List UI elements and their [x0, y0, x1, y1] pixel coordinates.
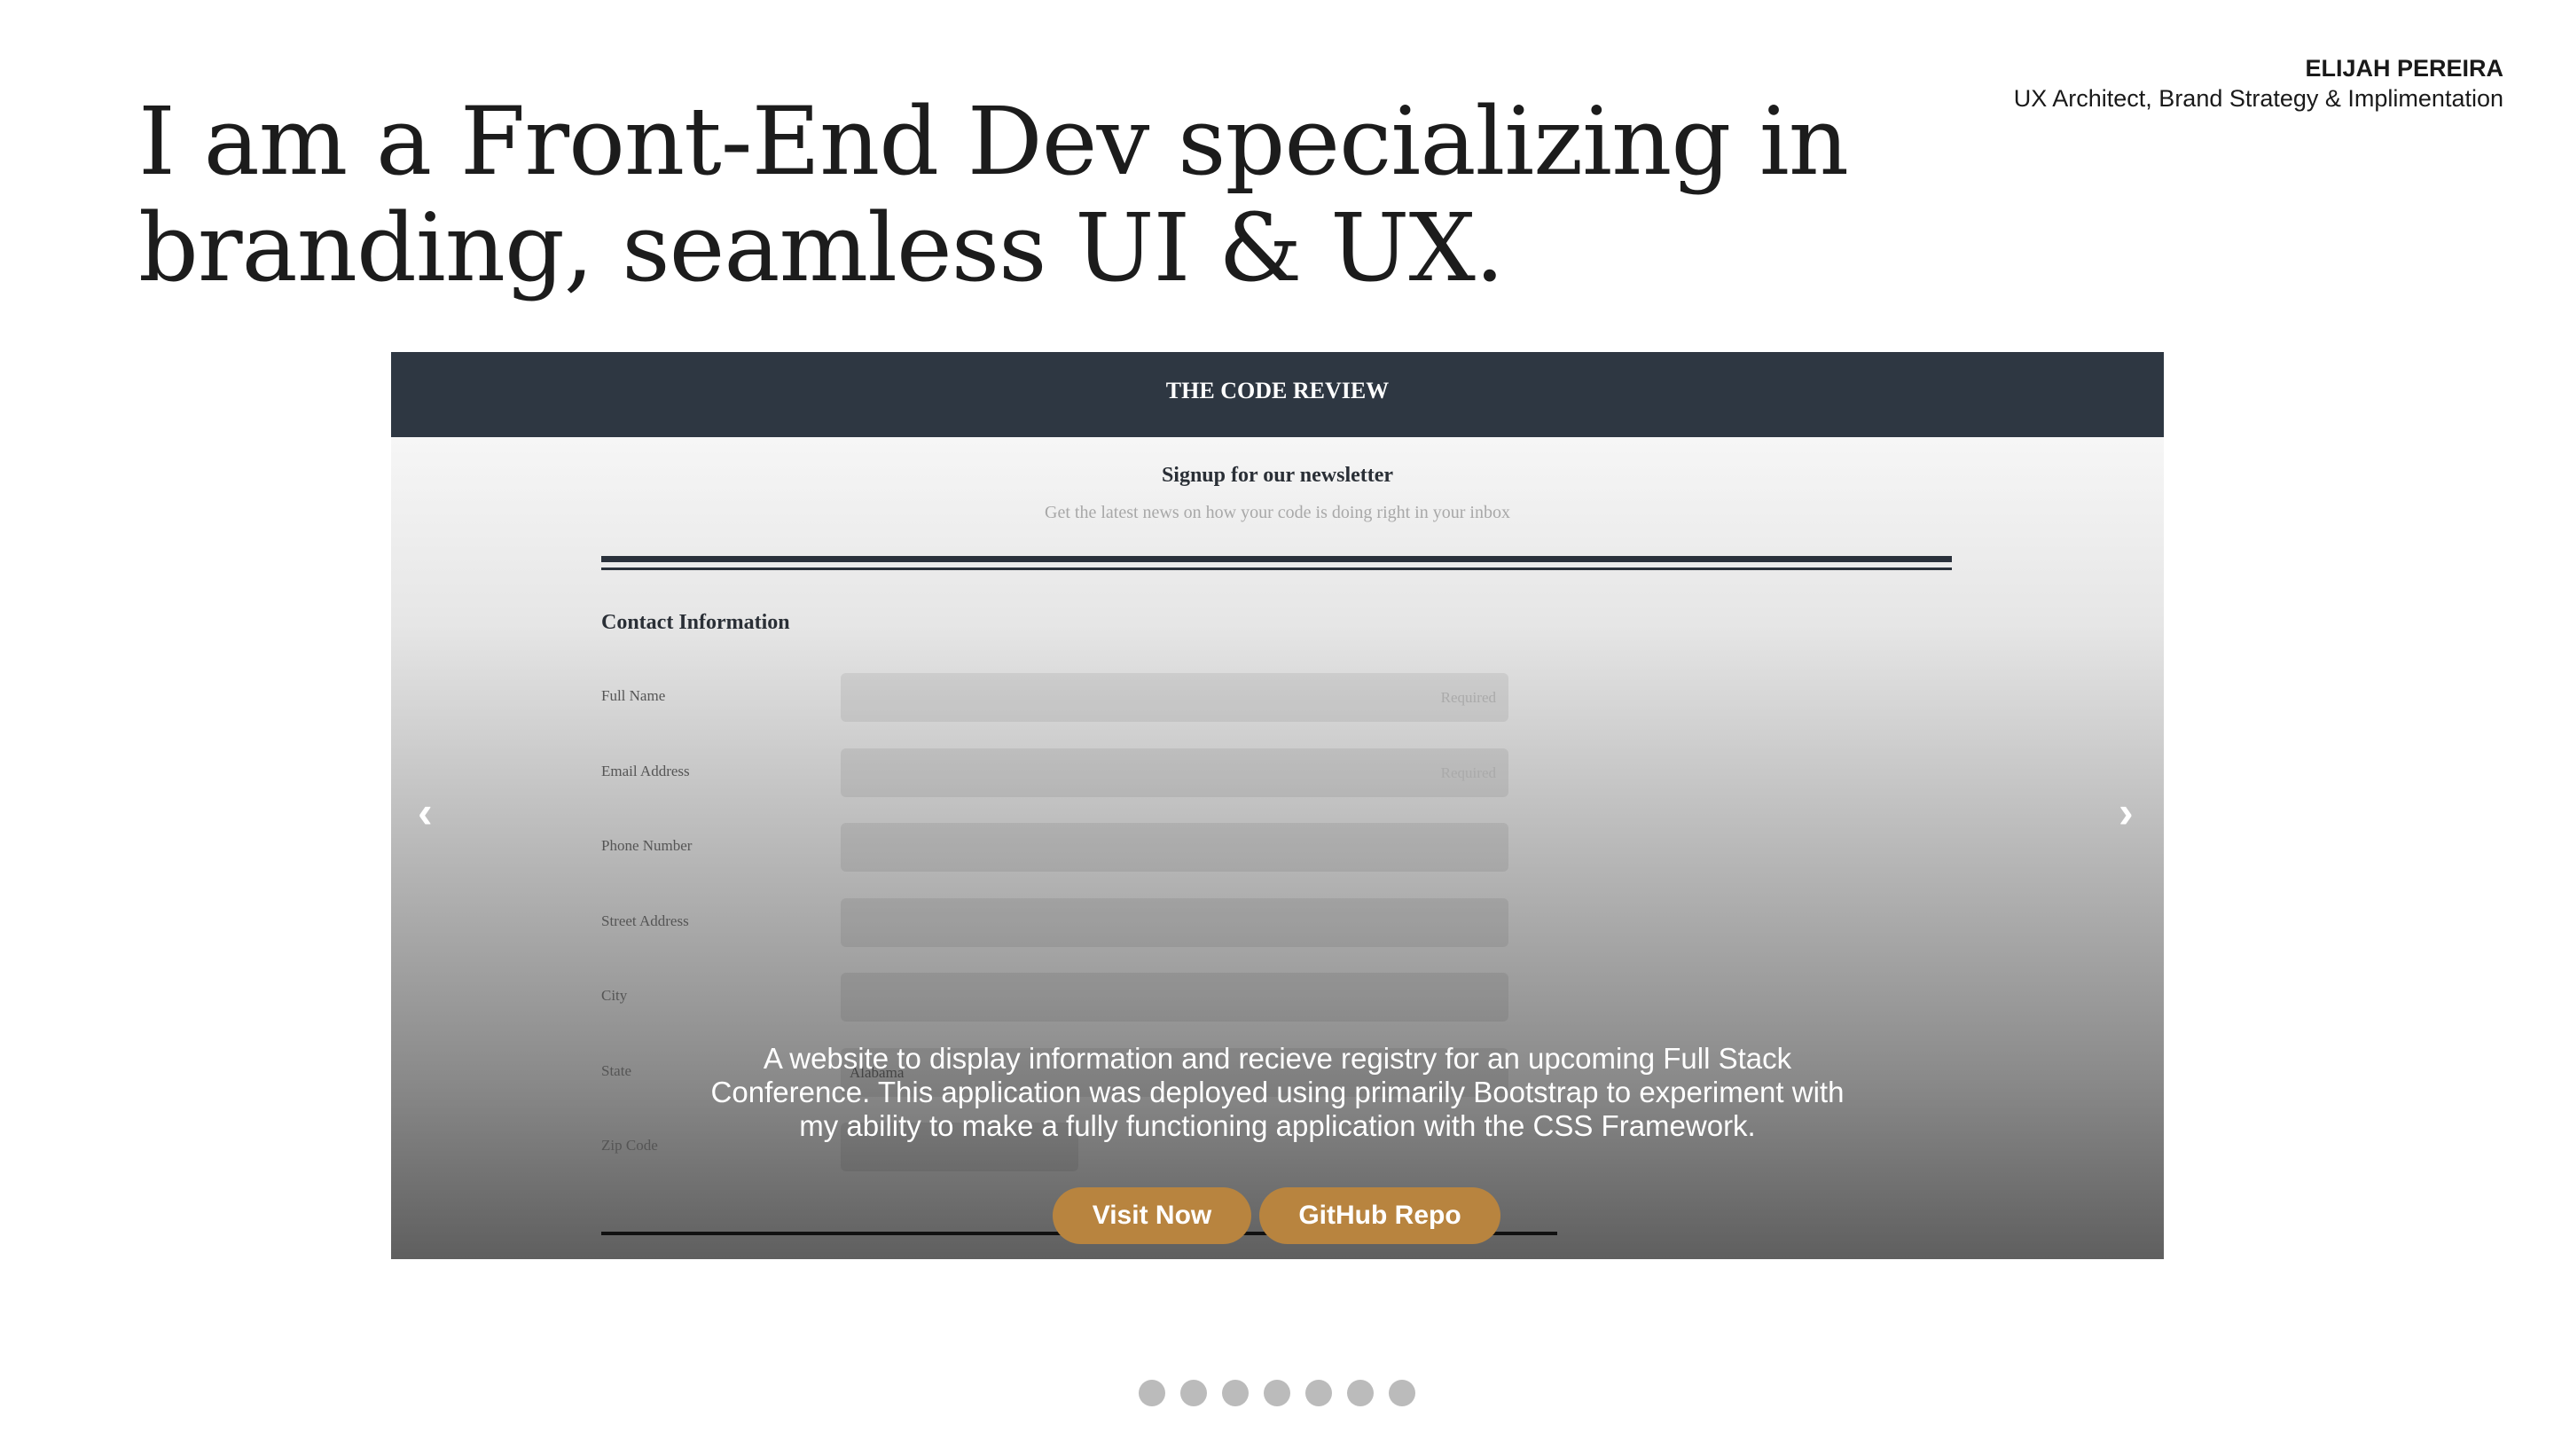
carousel-dot[interactable]	[1389, 1380, 1415, 1406]
field-label: Phone Number	[601, 837, 693, 854]
project-description: A website to display information and rec…	[710, 1042, 1845, 1142]
carousel-dot[interactable]	[1264, 1380, 1290, 1406]
signup-subtitle: Get the latest news on how your code is …	[1045, 503, 1510, 522]
carousel-dot[interactable]	[1139, 1380, 1165, 1406]
hero-heading: I am a Front-End Dev specializing in bra…	[138, 87, 1849, 302]
hero-line-2: branding, seamless UI & UX.	[138, 193, 1505, 302]
signup-title: Signup for our newsletter	[1161, 464, 1394, 487]
form-input[interactable]	[841, 973, 1508, 1022]
field-label: City	[601, 987, 628, 1004]
field-label: Email Address	[601, 762, 690, 779]
github-repo-button[interactable]: GitHub Repo	[1259, 1187, 1500, 1244]
form-input[interactable]	[841, 897, 1508, 947]
project-slide: THE CODE REVIEW Signup for our newslette…	[391, 352, 2164, 1259]
author-role: UX Architect, Brand Strategy & Impliment…	[2013, 85, 2503, 112]
section-title: Contact Information	[601, 611, 790, 634]
carousel-dot[interactable]	[1180, 1380, 1207, 1406]
form-input[interactable]	[841, 823, 1508, 872]
site-title: THE CODE REVIEW	[391, 352, 2164, 437]
author-block: ELIJAH PEREIRA UX Architect, Brand Strat…	[2014, 53, 2503, 114]
hero-line-1: I am a Front-End Dev specializing in	[138, 87, 1849, 196]
form-input[interactable]: Required	[841, 748, 1508, 797]
carousel-dot[interactable]	[1305, 1380, 1332, 1406]
carousel-dot[interactable]	[1347, 1380, 1374, 1406]
form-input[interactable]: Required	[841, 673, 1508, 722]
carousel-dot[interactable]	[1222, 1380, 1249, 1406]
divider-thick	[601, 556, 1952, 562]
field-label: Street Address	[601, 912, 689, 929]
chevron-left-icon[interactable]: ‹	[418, 787, 433, 838]
field-label: Full Name	[601, 687, 666, 704]
visit-now-button[interactable]: Visit Now	[1053, 1187, 1251, 1244]
divider-thin	[601, 568, 1952, 570]
chevron-right-icon[interactable]: ›	[2119, 787, 2134, 838]
author-name: ELIJAH PEREIRA	[2305, 55, 2503, 82]
